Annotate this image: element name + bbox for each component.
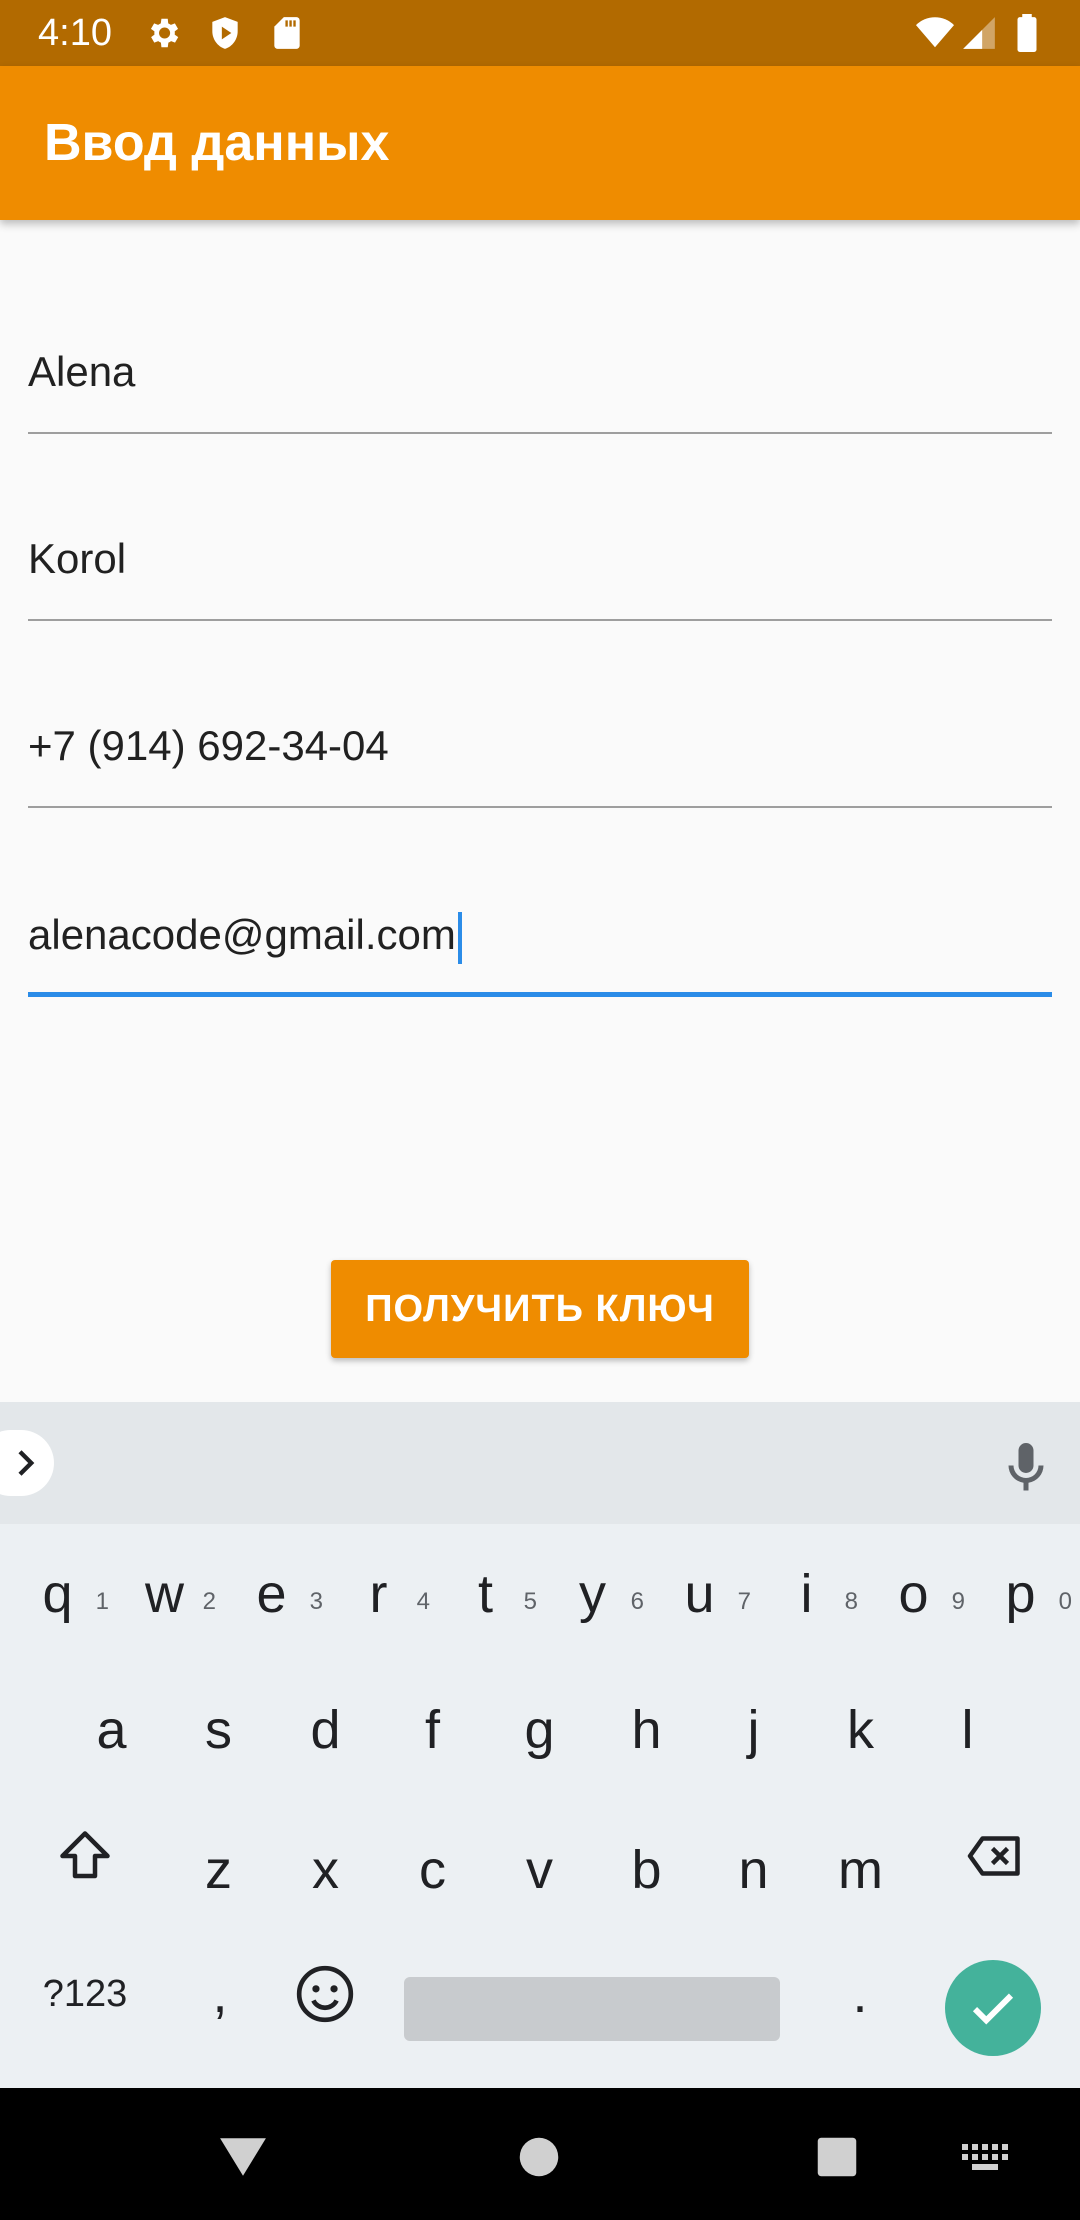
- key-label: r: [369, 1564, 388, 1624]
- wifi-icon: [916, 17, 954, 48]
- key-n[interactable]: n: [700, 1820, 807, 1920]
- key-hint: 6: [630, 1588, 644, 1615]
- checkmark-icon: [972, 1993, 1014, 2025]
- key-label: y: [579, 1564, 606, 1624]
- key-hint: 1: [95, 1588, 109, 1615]
- mic-icon[interactable]: [996, 1438, 1056, 1498]
- navigation-bar: [0, 2088, 1080, 2220]
- key-i[interactable]: i8: [753, 1544, 860, 1644]
- status-bar: 4:10: [0, 0, 1080, 66]
- key-a[interactable]: a: [58, 1680, 165, 1780]
- key-f[interactable]: f: [379, 1680, 486, 1780]
- key-w[interactable]: w2: [111, 1544, 218, 1644]
- key-l[interactable]: l: [914, 1680, 1021, 1780]
- last-name-value: Korol: [28, 535, 127, 582]
- key-label: i: [800, 1564, 813, 1624]
- key-b[interactable]: b: [593, 1820, 700, 1920]
- key-label: q: [42, 1564, 73, 1624]
- key-t[interactable]: t5: [432, 1544, 539, 1644]
- page-title: Ввод данных: [44, 114, 390, 172]
- key-q[interactable]: q1: [4, 1544, 111, 1644]
- key-z[interactable]: z: [165, 1820, 272, 1920]
- key-u[interactable]: u7: [646, 1544, 753, 1644]
- key-h[interactable]: h: [593, 1680, 700, 1780]
- home-circle-icon[interactable]: [518, 2136, 560, 2178]
- period-key[interactable]: .: [820, 1954, 900, 2034]
- key-o[interactable]: o9: [860, 1544, 967, 1644]
- back-triangle-icon[interactable]: [218, 2136, 268, 2178]
- key-hint: 5: [523, 1588, 537, 1615]
- keyboard-suggestion-strip: [0, 1402, 1080, 1524]
- sd-card-icon: [274, 17, 300, 49]
- key-label: p: [1005, 1564, 1036, 1624]
- key-label: u: [684, 1564, 715, 1624]
- key-s[interactable]: s: [165, 1680, 272, 1780]
- comma-key[interactable]: ,: [180, 1954, 260, 2034]
- key-hint: 9: [951, 1588, 965, 1615]
- expand-toolbar-button[interactable]: [0, 1430, 54, 1496]
- shift-key[interactable]: [40, 1812, 130, 1902]
- text-cursor: [457, 911, 462, 964]
- phone-field[interactable]: +7 (914) 692-34-04: [28, 688, 1052, 808]
- get-key-button[interactable]: ПОЛУЧИТЬ КЛЮЧ: [331, 1260, 749, 1358]
- space-bar[interactable]: [404, 1977, 780, 2041]
- emoji-key[interactable]: [280, 1954, 370, 2034]
- first-name-underline: [28, 432, 1052, 434]
- keyboard-switch-icon[interactable]: [962, 2144, 1010, 2172]
- signal-icon: [963, 17, 995, 49]
- key-e[interactable]: e3: [218, 1544, 325, 1644]
- key-g[interactable]: g: [486, 1680, 593, 1780]
- app-bar: Ввод данных: [0, 66, 1080, 220]
- keyboard: q1w2e3r4t5y6u7i8o9p0 asdfghjkl zxcvbnm ?…: [0, 1524, 1080, 2088]
- key-d[interactable]: d: [272, 1680, 379, 1780]
- last-name-underline: [28, 619, 1052, 621]
- key-c[interactable]: c: [379, 1820, 486, 1920]
- symbols-key[interactable]: ?123: [20, 1954, 150, 2034]
- last-name-field[interactable]: Korol: [28, 501, 1052, 621]
- backspace-icon: [967, 1836, 1020, 1876]
- phone-value: +7 (914) 692-34-04: [28, 722, 389, 769]
- email-underline: [28, 992, 1052, 997]
- done-key[interactable]: [945, 1960, 1041, 2056]
- first-name-field[interactable]: Alena: [28, 314, 1052, 434]
- key-hint: 7: [737, 1588, 751, 1615]
- key-label: e: [256, 1564, 287, 1624]
- chevron-right-icon: [18, 1450, 35, 1476]
- key-hint: 4: [416, 1588, 430, 1615]
- key-hint: 0: [1058, 1588, 1072, 1615]
- key-r[interactable]: r4: [325, 1544, 432, 1644]
- key-label: o: [898, 1564, 929, 1624]
- key-hint: 8: [844, 1588, 858, 1615]
- key-m[interactable]: m: [807, 1820, 914, 1920]
- email-value: alenacode@gmail.com: [28, 911, 456, 958]
- recents-square-icon[interactable]: [816, 2136, 858, 2178]
- backspace-key[interactable]: [950, 1812, 1040, 1902]
- key-k[interactable]: k: [807, 1680, 914, 1780]
- key-hint: 2: [202, 1588, 216, 1615]
- status-time: 4:10: [38, 12, 112, 54]
- key-hint: 3: [309, 1588, 323, 1615]
- key-y[interactable]: y6: [539, 1544, 646, 1644]
- emoji-icon: [296, 1965, 354, 2023]
- first-name-value: Alena: [28, 348, 136, 395]
- key-p[interactable]: p0: [967, 1544, 1074, 1644]
- key-x[interactable]: x: [272, 1820, 379, 1920]
- battery-icon: [1017, 14, 1037, 52]
- key-j[interactable]: j: [700, 1680, 807, 1780]
- shield-play-icon: [212, 17, 238, 49]
- gear-icon: [150, 18, 179, 48]
- email-field[interactable]: alenacode@gmail.com: [28, 877, 1052, 997]
- key-label: w: [145, 1564, 184, 1624]
- key-v[interactable]: v: [486, 1820, 593, 1920]
- shift-icon: [60, 1831, 110, 1879]
- phone-underline: [28, 806, 1052, 808]
- key-label: t: [477, 1564, 493, 1624]
